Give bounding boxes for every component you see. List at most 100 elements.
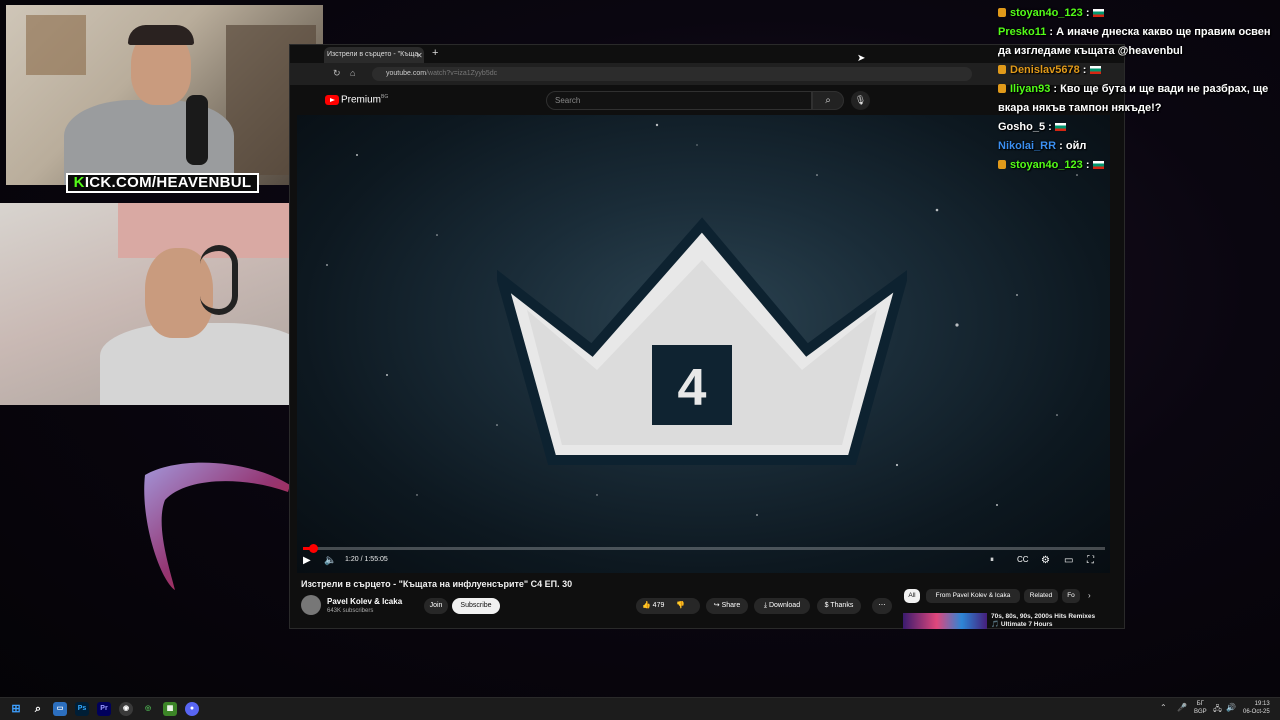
search-icon[interactable]: ⌕ [31,702,45,716]
photoshop-icon[interactable]: Ps [75,702,89,716]
chat-username: Iliyan93 [1010,83,1051,95]
thanks-button[interactable]: $ Thanks [817,598,861,614]
settings-gear-icon[interactable]: ⚙ [1041,555,1050,566]
decorative-swoosh [144,462,290,590]
download-button[interactable]: ⤓ Download [754,598,810,614]
chip-all[interactable]: All [904,589,920,603]
video-title: Изстрели в сърцето - "Къщата на инфлуенс… [301,579,573,589]
tray-mic-icon[interactable]: 🎤 [1177,703,1187,712]
chat-message: stoyan4o_123 : [998,156,1278,175]
captions-icon[interactable]: CC [1017,555,1029,564]
time-display: 1:20 / 1:55:05 [345,556,388,563]
network-icon[interactable]: 🖧 [1213,703,1222,717]
channel-subscriber-count: 643K subscribers [327,608,374,614]
close-tab-icon[interactable]: ✕ [416,51,423,60]
flag-emote-icon [1092,9,1104,17]
youtube-brand[interactable]: PremiumBG [341,94,388,105]
dislike-icon[interactable]: 👎 [676,602,685,609]
chat-message: Nikolai_RR : ойл [998,137,1278,156]
subscriber-badge-icon [998,65,1006,74]
chat-message: Iliyan93 : Кво ще бута и ще вади не разб… [998,80,1278,118]
share-icon: ↪ [713,602,720,609]
microphone-icon[interactable]: 🎙 [851,91,870,110]
discord-icon[interactable]: ● [185,702,199,716]
chip-from-channel[interactable]: From Pavel Kolev & Icaka [926,589,1020,603]
flag-emote-icon [1089,66,1101,74]
guest-shirt [100,323,310,405]
tab-title: Изстрели в сърцето - "Къща [327,51,419,58]
flag-emote-icon [1092,161,1104,169]
browser-tab[interactable]: Изстрели в сърцето - "Къща ✕ [324,47,424,63]
webcam-top [6,5,323,185]
more-actions-icon[interactable]: ⋯ [872,598,892,614]
fullscreen-icon[interactable]: ⛶ [1087,555,1094,566]
flag-emote-icon [1054,123,1066,131]
kick-channel-badge: KICK.COM/HEAVENBUL [66,173,259,193]
join-button[interactable]: Join [424,598,448,614]
chat-username: Denislav5678 [1010,64,1080,76]
chat-overlay: stoyan4o_123 : Presko11 : А иначе днеска… [998,4,1278,175]
chrome-icon[interactable]: ◉ [119,702,133,716]
theater-mode-icon[interactable]: ▭ [1064,555,1073,566]
language-indicator[interactable]: БГ BGP [1194,700,1207,716]
search-icon[interactable]: ⌕ [812,91,844,110]
chip-more[interactable]: Fo [1062,589,1080,603]
recommended-title[interactable]: 70s, 80s, 90s, 2000s Hits Remixes 🎵 Ulti… [991,613,1101,629]
system-clock[interactable]: 19:13 06-Oct-25 [1243,700,1270,716]
like-dislike-group: 👍 479 👎 [636,598,700,614]
chat-username: stoyan4o_123 [1010,7,1083,19]
play-icon[interactable]: ▶ [303,555,311,566]
crown-logo: 4 [497,217,907,465]
volume-icon[interactable]: 🔈 [324,555,336,566]
subscribe-button[interactable]: Subscribe [452,598,500,614]
app-icon[interactable]: ◎ [141,702,155,716]
progress-scrubber[interactable] [308,544,318,553]
home-icon[interactable]: ⌂ [350,68,355,78]
chat-username: stoyan4o_123 [1010,159,1083,171]
chat-username: Nikolai_RR [998,140,1057,152]
share-button[interactable]: ↪ Share [706,598,748,614]
chat-username: Presko11 [998,26,1047,38]
headphones [200,245,238,315]
progress-bar[interactable] [303,544,1105,553]
chevron-right-icon[interactable]: › [1088,591,1091,600]
file-explorer-icon[interactable]: ▭ [53,702,67,716]
chat-message: Gosho_5 : [998,118,1278,137]
wall-poster [26,15,86,75]
windows-start-icon[interactable]: ⊞ [9,702,23,716]
chat-message: Denislav5678 : [998,61,1278,80]
channel-name[interactable]: Pavel Kolev & Icaka [327,597,402,606]
search-input[interactable]: Search [546,91,812,110]
chip-related[interactable]: Related [1024,589,1058,603]
speaker-icon[interactable]: 🔊 [1226,703,1236,712]
chat-text: ойл [1065,140,1087,152]
streamer-hair [128,25,194,45]
tray-chevron-icon[interactable]: ⌃ [1160,703,1167,712]
chat-separator: : [1056,140,1066,152]
subscriber-badge-icon [998,160,1006,169]
like-icon[interactable]: 👍 [642,602,651,609]
autoplay-toggle[interactable]: ⏸ [990,555,994,565]
chat-separator: : [1045,121,1055,133]
windows-taskbar: ⊞ ⌕ ▭ Ps Pr ◉ ◎ ▦ ● ⌃ 🎤 БГ BGP 🖧 🔊 19:13 0… [0,697,1280,720]
stream-layout: { "overlay": { "kick_prefix": "K", "kick… [0,0,1280,720]
video-player[interactable]: 4 ▶ 🔈 1:20 / 1:55:05 ⏸ CC ⚙ ▭ ⛶ [297,115,1110,573]
webcam-bottom [0,203,326,405]
premiere-icon[interactable]: Pr [97,702,111,716]
channel-avatar[interactable] [301,595,321,615]
reload-icon[interactable]: ↻ [333,68,341,79]
chat-separator: : [1082,7,1093,19]
chat-separator: : [1050,83,1061,95]
youtube-logo-icon[interactable] [325,95,339,105]
url-field[interactable]: youtube.com/watch?v=iza1Zyyb5dc [372,67,972,81]
mouse-cursor-icon: ➤ [857,53,866,64]
crown-number: 4 [678,359,707,417]
new-tab-icon[interactable]: + [432,47,438,59]
recommended-thumbnail[interactable] [903,613,987,629]
subscriber-badge-icon [998,8,1006,17]
chat-separator: : [1082,159,1093,171]
subscriber-badge-icon [998,84,1006,93]
download-icon: ⤓ [763,602,767,609]
minecraft-icon[interactable]: ▦ [163,702,177,716]
thanks-icon: $ [824,602,829,609]
